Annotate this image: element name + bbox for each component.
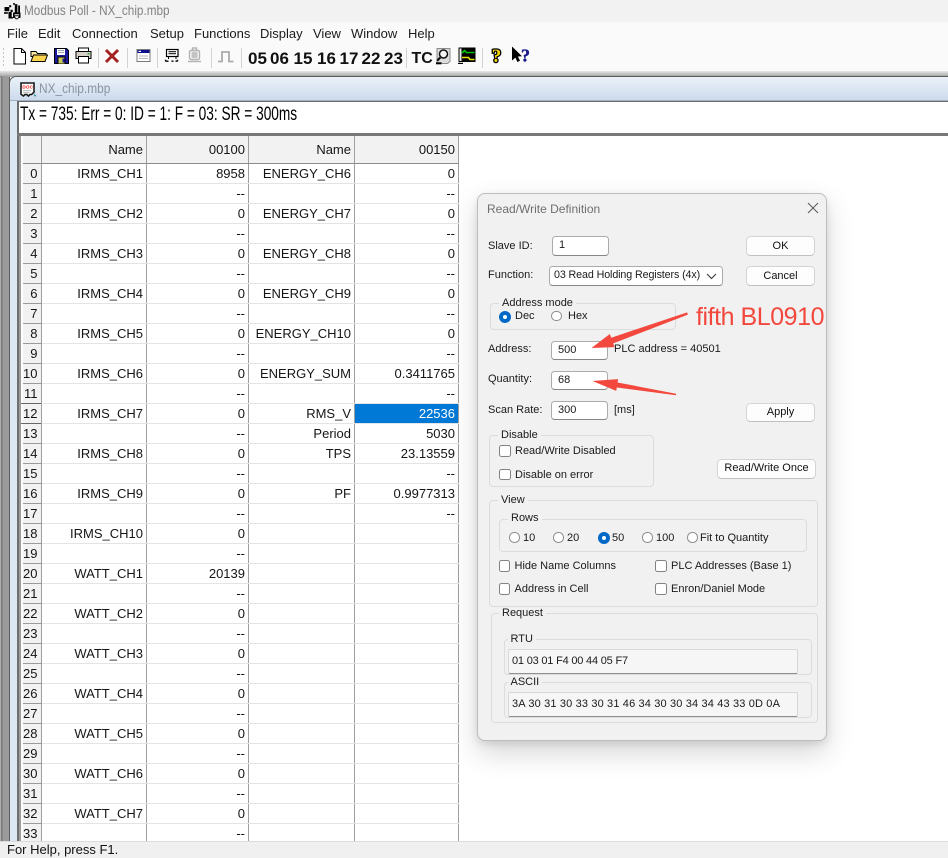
svg-text:?: ? (521, 46, 530, 65)
svg-text:DOC: DOC (22, 84, 33, 89)
svg-text:?: ? (492, 46, 502, 65)
